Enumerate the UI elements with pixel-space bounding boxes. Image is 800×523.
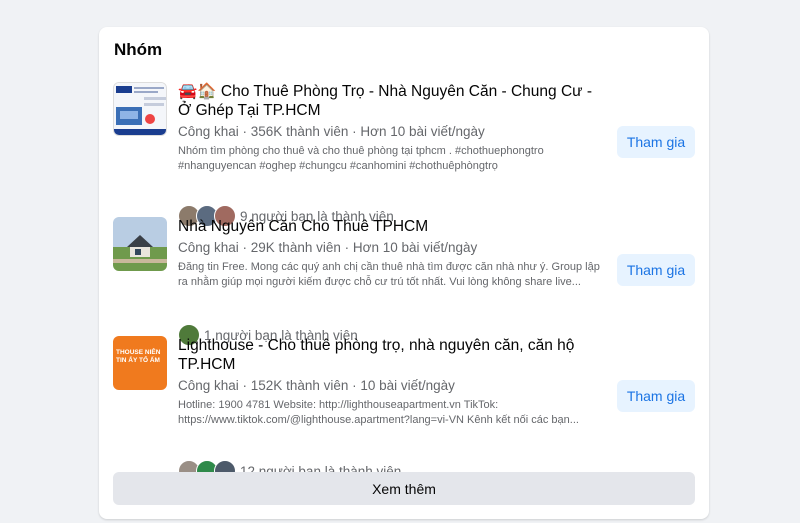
join-group-button[interactable]: Tham gia	[617, 254, 695, 286]
groups-card: Nhóm 🚘🏠 Cho Thuê Phòng Trọ - Nhà Nguyên …	[99, 27, 709, 519]
group-info: Nhà Nguyên Căn Cho Thuê TPHCM Công khai …	[178, 217, 608, 290]
section-title: Nhóm	[114, 40, 163, 59]
group-description: Đăng tin Free. Mong các quý anh chị cần …	[178, 261, 600, 288]
group-meta: Công khai · 356K thành viên · Hơn 10 bài…	[178, 124, 485, 139]
group-info: 🚘🏠 Cho Thuê Phòng Trọ - Nhà Nguyên Căn -…	[178, 82, 608, 174]
join-group-button[interactable]: Tham gia	[617, 380, 695, 412]
group-name[interactable]: 🚘🏠 Cho Thuê Phòng Trọ - Nhà Nguyên Căn -…	[178, 82, 608, 120]
group-item: Nhà Nguyên Căn Cho Thuê TPHCM Công khai …	[113, 217, 695, 346]
group-meta: Công khai · 29K thành viên · Hơn 10 bài …	[178, 240, 478, 255]
group-thumbnail[interactable]	[113, 217, 167, 271]
join-group-button[interactable]: Tham gia	[617, 126, 695, 158]
group-name[interactable]: Nhà Nguyên Căn Cho Thuê TPHCM	[178, 217, 608, 236]
group-thumbnail-image	[113, 217, 167, 271]
group-description: Hotline: 1900 4781 Website: http://light…	[178, 399, 579, 426]
group-info: Lighthouse - Cho thuê phòng trọ, nhà ngu…	[178, 336, 608, 428]
group-item: 🚘🏠 Cho Thuê Phòng Trọ - Nhà Nguyên Căn -…	[113, 82, 695, 227]
group-thumbnail[interactable]: THOUSE NIÊN TIN ẤY TỔ ẤM	[113, 336, 167, 390]
group-thumbnail-text: THOUSE NIÊN TIN ẤY TỔ ẤM	[116, 349, 161, 364]
group-name[interactable]: Lighthouse - Cho thuê phòng trọ, nhà ngu…	[178, 336, 608, 374]
see-more-button[interactable]: Xem thêm	[113, 472, 695, 505]
group-item: THOUSE NIÊN TIN ẤY TỔ ẤM Lighthouse - Ch…	[113, 336, 695, 482]
group-thumbnail-image	[114, 83, 166, 135]
group-description: Nhóm tìm phòng cho thuê và cho thuê phòn…	[178, 145, 544, 172]
group-meta: Công khai · 152K thành viên · 10 bài viế…	[178, 378, 455, 393]
group-thumbnail[interactable]	[113, 82, 167, 136]
